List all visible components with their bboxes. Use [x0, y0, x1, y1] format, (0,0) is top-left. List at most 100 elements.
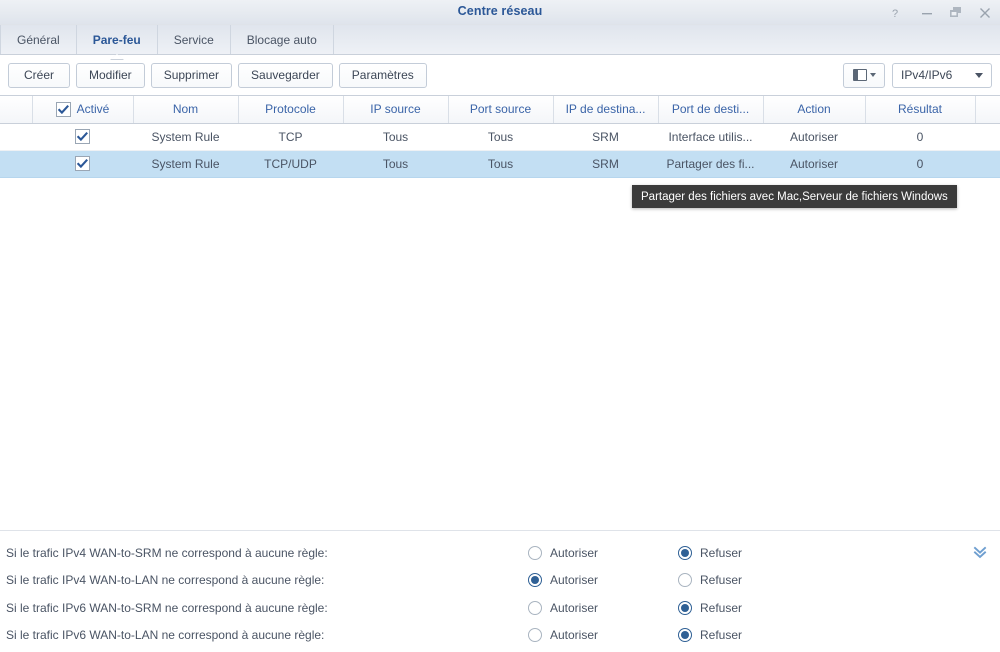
tabbar-filler: [334, 25, 1000, 54]
svg-text:?: ?: [892, 8, 898, 19]
row-enabled-cell: [32, 150, 133, 178]
column-header-destination-ip[interactable]: IP de destina...: [553, 96, 659, 124]
table-row[interactable]: System Rule TCP/UDP Tous Tous SRM Partag…: [0, 150, 1000, 178]
cell-tooltip: Partager des fichiers avec Mac,Serveur d…: [632, 185, 957, 208]
radio-deny[interactable]: [678, 545, 692, 560]
row-destination-ip-cell: SRM: [553, 123, 658, 151]
edit-button[interactable]: Modifier: [76, 62, 145, 88]
network-center-window: Centre réseau ? Général Pare-feu Service…: [0, 0, 1000, 652]
radio-allow[interactable]: [528, 545, 542, 560]
policy-radio-group: Autoriser Refuser: [528, 628, 828, 643]
row-tail-cell: [975, 150, 1000, 178]
radio-deny-label: Refuser: [700, 628, 743, 643]
tab-service[interactable]: Service: [158, 25, 231, 54]
row-destination-ip-cell: SRM: [553, 150, 658, 178]
policy-deny-option[interactable]: Refuser: [678, 573, 828, 588]
column-header-enabled[interactable]: Activé: [32, 96, 134, 124]
column-header-label: Activé: [76, 102, 110, 117]
row-action-cell: Autoriser: [763, 123, 865, 151]
tab-general[interactable]: Général: [0, 25, 77, 54]
column-header-result[interactable]: Résultat: [865, 96, 976, 124]
column-view-button[interactable]: [843, 62, 885, 88]
ip-protocol-select[interactable]: IPv4/IPv6: [892, 62, 992, 88]
radio-allow-label: Autoriser: [550, 573, 599, 588]
window-title: Centre réseau: [457, 4, 543, 18]
radio-deny-label: Refuser: [700, 545, 743, 560]
radio-allow[interactable]: [528, 600, 542, 615]
row-spacer-cell: [0, 123, 32, 151]
column-header-name[interactable]: Nom: [133, 96, 239, 124]
delete-button[interactable]: Supprimer: [150, 62, 233, 88]
firewall-rules-grid: Activé Nom Protocole IP source Port sour…: [0, 95, 1000, 523]
row-source-port-cell: Tous: [448, 150, 553, 178]
tab-label: Pare-feu: [92, 32, 141, 47]
row-name-cell: System Rule: [133, 123, 238, 151]
policy-row-ipv6-wan-to-lan: Si le trafic IPv6 WAN-to-LAN ne correspo…: [0, 622, 1000, 650]
table-row[interactable]: System Rule TCP Tous Tous SRM Interface …: [0, 123, 1000, 151]
chevron-down-icon: [869, 73, 876, 77]
radio-deny[interactable]: [678, 600, 692, 615]
policy-deny-option[interactable]: Refuser: [678, 628, 828, 643]
radio-deny[interactable]: [678, 573, 692, 588]
select-all-checkbox[interactable]: [55, 101, 71, 117]
policy-allow-option[interactable]: Autoriser: [528, 573, 678, 588]
policy-deny-option[interactable]: Refuser: [678, 545, 828, 560]
radio-deny-label: Refuser: [700, 573, 743, 588]
tab-label: Blocage auto: [246, 32, 317, 47]
create-button[interactable]: Créer: [8, 62, 70, 88]
restore-icon[interactable]: [948, 5, 963, 21]
table-header-row: Activé Nom Protocole IP source Port sour…: [0, 96, 1000, 124]
tab-label: Service: [173, 32, 214, 47]
row-enabled-checkbox[interactable]: [75, 156, 90, 171]
column-header-source-ip[interactable]: IP source: [343, 96, 449, 124]
row-protocol-cell: TCP: [238, 123, 343, 151]
policy-label: Si le trafic IPv4 WAN-to-SRM ne correspo…: [6, 545, 328, 560]
policy-radio-group: Autoriser Refuser: [528, 573, 828, 588]
row-enabled-checkbox[interactable]: [75, 129, 90, 144]
radio-allow[interactable]: [528, 628, 542, 643]
policy-deny-option[interactable]: Refuser: [678, 600, 828, 615]
policy-allow-option[interactable]: Autoriser: [528, 628, 678, 643]
policy-row-ipv4-wan-to-srm: Si le trafic IPv4 WAN-to-SRM ne correspo…: [0, 539, 1000, 567]
settings-button[interactable]: Paramètres: [338, 62, 427, 88]
row-source-ip-cell: Tous: [343, 123, 448, 151]
help-icon[interactable]: ?: [890, 5, 905, 21]
tabbar: Général Pare-feu Service Blocage auto: [0, 25, 1000, 60]
policy-label: Si le trafic IPv4 WAN-to-LAN ne correspo…: [6, 573, 325, 588]
radio-allow[interactable]: [528, 573, 542, 588]
row-destination-port-cell: Interface utilis...: [658, 123, 763, 151]
row-spacer-cell: [0, 150, 32, 178]
column-header-protocol[interactable]: Protocole: [238, 96, 344, 124]
policy-radio-group: Autoriser Refuser: [528, 600, 828, 615]
column-header-destination-port[interactable]: Port de desti...: [658, 96, 764, 124]
column-header-action[interactable]: Action: [763, 96, 866, 124]
row-result-cell: 0: [865, 123, 975, 151]
row-protocol-cell: TCP/UDP: [238, 150, 343, 178]
policy-row-ipv6-wan-to-srm: Si le trafic IPv6 WAN-to-SRM ne correspo…: [0, 594, 1000, 622]
policy-radio-group: Autoriser Refuser: [528, 545, 828, 560]
column-header-source-port[interactable]: Port source: [448, 96, 554, 124]
policy-allow-option[interactable]: Autoriser: [528, 600, 678, 615]
close-icon[interactable]: [977, 5, 992, 21]
minimize-icon[interactable]: [919, 5, 934, 21]
policy-label: Si le trafic IPv6 WAN-to-SRM ne correspo…: [6, 600, 328, 615]
rules-toolbar: Créer Modifier Supprimer Sauvegarder Par…: [0, 55, 1000, 95]
radio-deny[interactable]: [678, 628, 692, 643]
row-source-port-cell: Tous: [448, 123, 553, 151]
tab-firewall[interactable]: Pare-feu: [77, 25, 158, 60]
window-titlebar: Centre réseau ?: [0, 0, 1000, 25]
window-controls: ?: [890, 0, 992, 25]
ip-protocol-value: IPv4/IPv6: [901, 68, 953, 82]
row-tail-cell: [975, 123, 1000, 151]
row-source-ip-cell: Tous: [343, 150, 448, 178]
row-enabled-cell: [32, 123, 133, 151]
tab-auto-block[interactable]: Blocage auto: [231, 25, 334, 54]
double-chevron-down-icon[interactable]: [972, 544, 988, 565]
policy-label: Si le trafic IPv6 WAN-to-LAN ne correspo…: [6, 628, 325, 643]
toolbar-right-group: IPv4/IPv6: [843, 55, 992, 95]
radio-allow-label: Autoriser: [550, 628, 599, 643]
column-header-spacer: [0, 96, 33, 124]
backup-button[interactable]: Sauvegarder: [238, 62, 333, 88]
radio-allow-label: Autoriser: [550, 545, 599, 560]
policy-allow-option[interactable]: Autoriser: [528, 545, 678, 560]
